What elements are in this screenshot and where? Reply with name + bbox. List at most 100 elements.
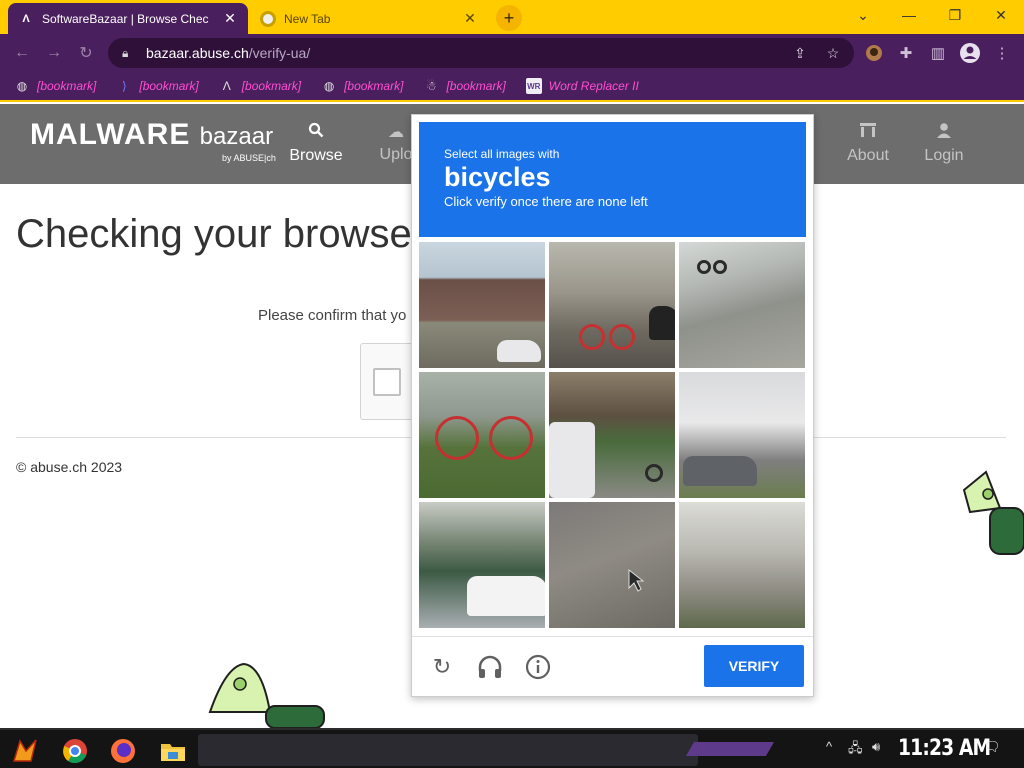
browser-tabstrip: Λ SoftwareBazaar | Browse Chec ✕ New Tab… [0,0,1024,34]
confirm-text: Please confirm that yo [258,307,407,324]
captcha-tile-2[interactable] [549,242,675,368]
back-arrow-icon[interactable]: ← [10,42,34,64]
captcha-image-grid [419,242,806,630]
close-window-icon[interactable]: ✕ [978,0,1024,30]
bookmark-item[interactable]: Λ [bookmark] [219,78,301,94]
abuse-ch-logo-icon: Λ [222,79,231,93]
extension-avatar-icon[interactable] [862,41,886,65]
captcha-instruction-banner: Select all images with bicycles Click ve… [419,122,806,237]
bookmark-item[interactable]: ◍ [bookmark] [14,78,97,94]
bookmark-icon: ⟩ [122,79,127,93]
bicycle-wheel [435,416,479,460]
captcha-tile-8[interactable] [549,502,675,628]
chevron-down-icon[interactable]: ⌄ [840,0,886,30]
chevron-up-icon[interactable]: ^ [826,739,832,754]
captcha-controls-divider [412,636,813,637]
bookmark-item[interactable]: ⟩ [bookmark] [116,78,199,94]
address-bar[interactable]: 🔒︎ bazaar.abuse.ch/verify-ua/ [108,38,854,68]
captcha-tile-5[interactable] [549,372,675,498]
van-shape [549,422,595,498]
menu-kebab-icon[interactable]: ⋮ [990,41,1014,65]
footer-copyright: © abuse.ch 2023 [16,459,123,475]
desktop-sticker-character [206,662,326,730]
side-panel-icon[interactable]: ▥ [926,41,950,65]
chrome-icon[interactable] [60,736,90,766]
share-icon[interactable]: ⇪ [790,43,810,63]
desktop-sticker-character [958,468,1024,558]
start-button-icon[interactable] [10,736,40,766]
bicycle-wheel [579,324,605,350]
new-tab-button[interactable]: + [496,5,522,31]
bookmark-item[interactable]: ◍ [bookmark] [321,78,404,94]
bookmark-label: [bookmark] [344,79,404,93]
bookmark-label: [bookmark] [241,79,302,93]
taskbar-wallpaper-strip [198,734,698,766]
verify-button[interactable]: VERIFY [704,645,804,687]
file-explorer-icon[interactable] [158,736,188,766]
taskbar-clock[interactable]: 11:23 AM [898,736,991,761]
instruction-target: bicycles [444,162,551,192]
close-tab-icon[interactable]: ✕ [222,10,238,27]
search-icon [276,122,356,143]
page-title: Checking your browser [16,212,426,256]
globe-icon: ◍ [16,79,28,93]
browser-toolbar: ← → ↻ 🔒︎ bazaar.abuse.ch/verify-ua/ ⇪ ☆ … [0,34,1024,72]
bookmarks-bar: ◍ [bookmark] ⟩ [bookmark] Λ [bookmark] ◍… [0,72,1024,102]
nav-label: Browse [289,147,343,164]
extension-icon: WR [525,78,542,94]
captcha-tile-6[interactable] [679,372,805,498]
captcha-tile-7[interactable] [419,502,545,628]
globe-icon: ◍ [323,79,335,93]
bicycle-wheel [489,416,533,460]
forward-arrow-icon[interactable]: → [42,42,66,64]
taskbar-decoration [685,742,775,756]
bicycle-wheel [645,464,663,482]
profile-icon[interactable] [958,41,982,65]
logo-byline: by ABUSE|ch [222,153,276,163]
network-icon[interactable]: 🖧︎ [848,739,863,761]
bookmark-label: Word Replacer II [548,79,639,93]
nav-login[interactable]: Login [904,122,984,165]
bookmark-item[interactable]: ☃ [bookmark] [423,78,506,94]
bookmark-star-icon[interactable]: ☆ [823,43,843,63]
chrome-icon [260,10,276,27]
captcha-tile-3[interactable] [679,242,805,368]
captcha-tile-9[interactable] [679,502,805,628]
reload-icon[interactable]: ↻ [74,42,98,64]
url-path: /verify-ua/ [248,45,311,61]
url-host: bazaar.abuse.ch [146,45,249,61]
bicycle-wheel [697,260,711,274]
bicycle-wheel [713,260,727,274]
bookmark-item[interactable]: WR Word Replacer II [525,78,639,94]
tab-softwarebazaar[interactable]: Λ SoftwareBazaar | Browse Chec ✕ [8,3,248,34]
firefox-icon[interactable] [108,736,138,766]
mouse-cursor-icon [628,568,645,592]
car-shape [649,306,675,340]
bookmark-label: [bookmark] [139,79,199,93]
ghost-icon: ☃ [426,79,437,93]
car-shape [683,456,757,486]
nav-browse[interactable]: Browse [276,122,356,165]
tab-title: New Tab [284,11,331,26]
nav-label: Uplo [379,146,413,163]
reload-icon[interactable]: ↻ [427,652,457,682]
nav-about[interactable]: About [828,122,908,165]
restore-icon[interactable]: ❐ [932,0,978,30]
building-icon [828,122,908,143]
notification-icon[interactable]: 🗨︎ [984,739,1001,755]
tab-new-tab[interactable]: New Tab ✕ [250,3,488,34]
bookmark-label: [bookmark] [37,79,97,93]
captcha-tile-1[interactable] [419,242,545,368]
volume-icon[interactable]: 🔊︎ [872,739,880,755]
captcha-challenge-dialog: Select all images with bicycles Click ve… [411,114,814,697]
bookmark-label: [bookmark] [446,79,506,93]
extensions-puzzle-icon[interactable]: ✚ [894,41,918,65]
captcha-checkbox[interactable] [373,368,401,396]
captcha-tile-4[interactable] [419,372,545,498]
minimize-icon[interactable]: — [886,0,932,30]
info-icon[interactable] [523,652,553,682]
audio-headphones-icon[interactable] [475,652,505,682]
logo-main-text: MALWARE [30,118,191,151]
close-tab-icon[interactable]: ✕ [462,10,478,27]
site-logo[interactable]: MALWARE bazaar [30,118,273,152]
